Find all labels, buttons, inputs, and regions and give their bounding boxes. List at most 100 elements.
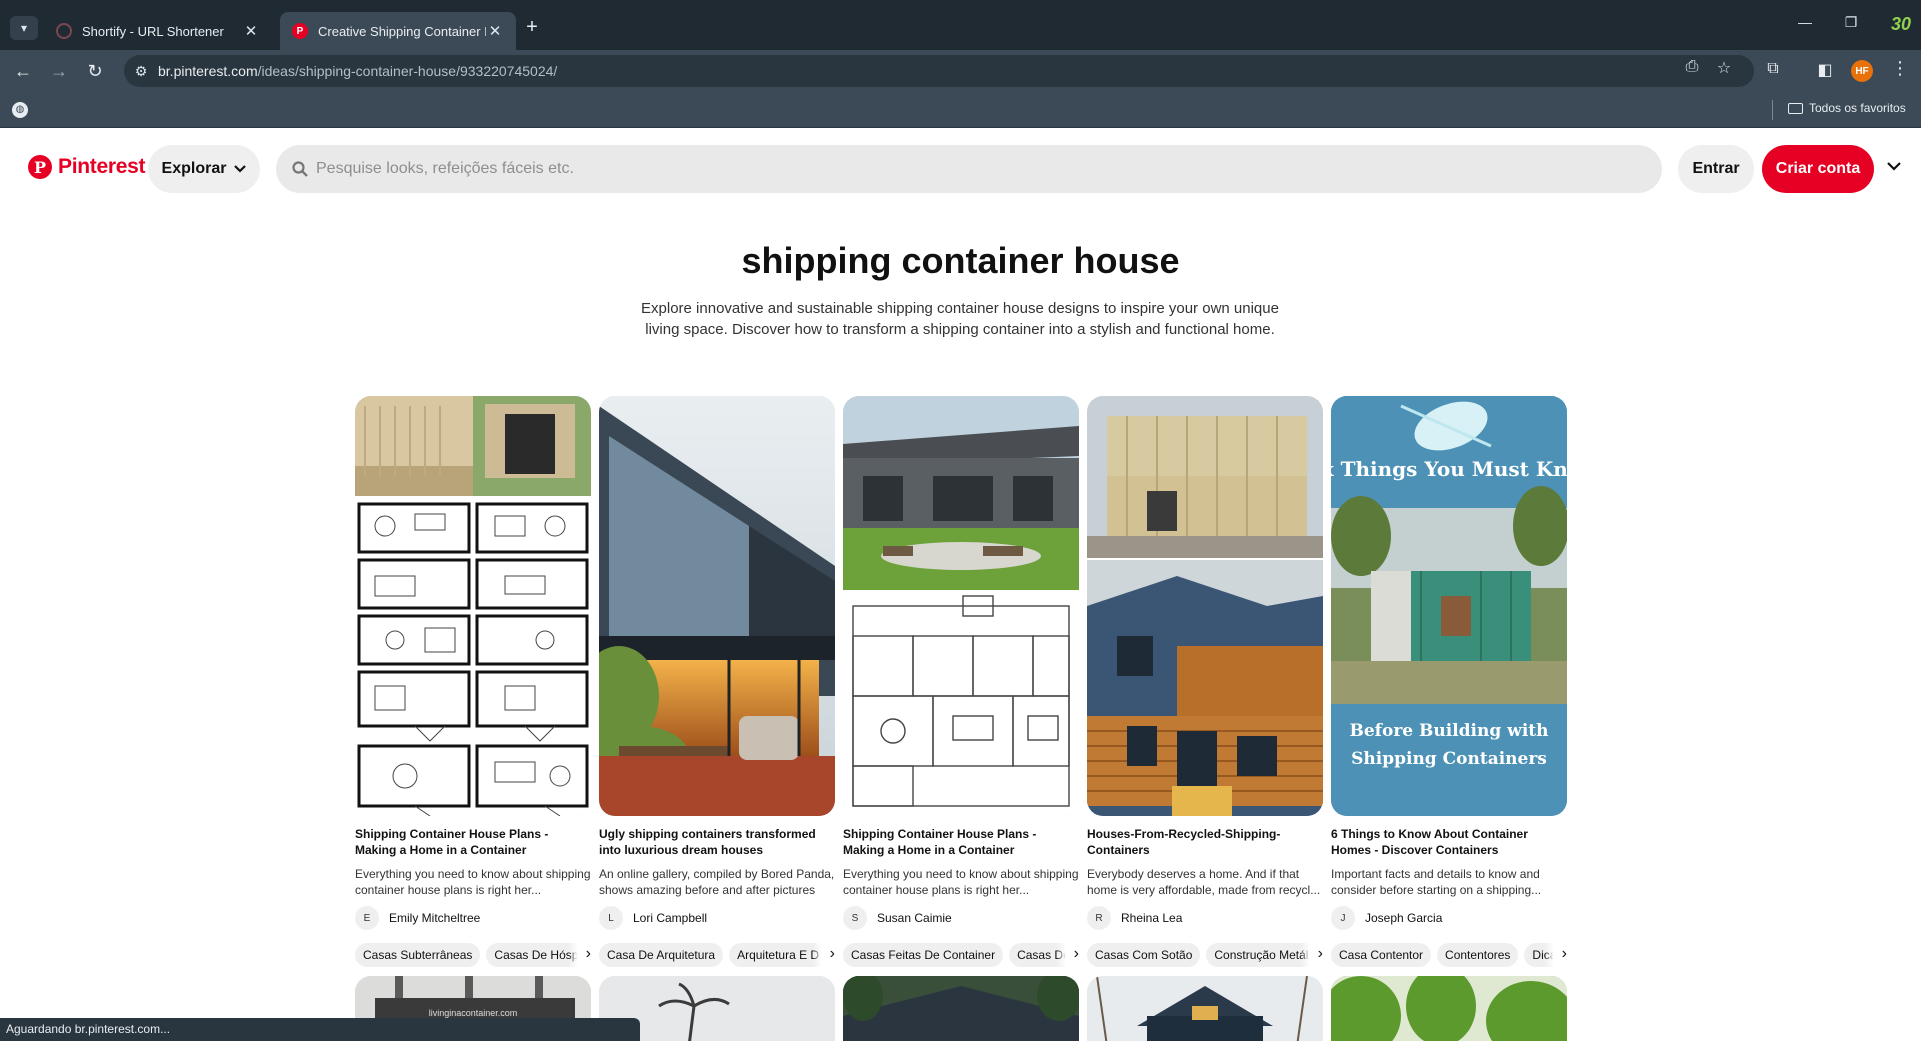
install-app-icon[interactable]: ⎙ [1680, 58, 1704, 76]
tab-search-chevron-icon[interactable]: ▾ [10, 16, 38, 40]
pin-title[interactable]: Shipping Container House Plans - Making … [355, 826, 591, 858]
chip[interactable]: Construção Metál [1206, 943, 1317, 967]
more-options-chevron-icon[interactable] [1882, 158, 1906, 176]
browser-tab-bar: ▾ Shortify - URL Shortener ✕ P Creative … [0, 0, 1921, 56]
logo-text: Pinterest [58, 155, 146, 178]
chevron-right-icon[interactable]: › [1545, 942, 1567, 968]
new-tab-button[interactable]: + [520, 16, 544, 40]
pin-card[interactable]: Ugly shipping containers transformed int… [599, 396, 835, 968]
avatar: J [1331, 906, 1355, 930]
side-panel-icon[interactable]: ◧ [1812, 60, 1838, 80]
chevron-right-icon[interactable]: › [569, 942, 591, 968]
pin-title[interactable]: Shipping Container House Plans - Making … [843, 826, 1079, 858]
reload-icon[interactable]: ↻ [82, 59, 108, 83]
site-info-icon[interactable]: ⚙ [124, 63, 158, 80]
page-description: Explore innovative and sustainable shipp… [641, 300, 1279, 338]
pinterest-favicon-icon: P [292, 23, 308, 39]
pin-title[interactable]: Houses-From-Recycled-Shipping-Containers [1087, 826, 1323, 858]
pin-image[interactable] [1331, 976, 1567, 1041]
pin-image[interactable] [1087, 976, 1323, 1041]
pin-image[interactable] [355, 396, 591, 816]
avatar: S [843, 906, 867, 930]
pin-author[interactable]: L Lori Campbell [599, 906, 835, 930]
url-path: /ideas/shipping-container-house/93322074… [257, 63, 558, 79]
close-tab-icon[interactable]: ✕ [486, 22, 504, 40]
pin-image[interactable] [843, 396, 1079, 816]
chip[interactable]: Casas Feitas De Container [843, 943, 1004, 967]
pin-image[interactable] [843, 976, 1079, 1041]
tab-shortify[interactable]: Shortify - URL Shortener ✕ [44, 12, 272, 50]
minimize-icon[interactable]: — [1790, 14, 1820, 30]
related-chips: Casas Com Sotão Construção Metál › [1087, 942, 1323, 968]
pin-card[interactable]: Six Things You Must Know Before Building… [1331, 396, 1567, 968]
pin-image[interactable] [1087, 396, 1323, 816]
pin-author[interactable]: R Rheina Lea [1087, 906, 1323, 930]
avatar: E [355, 906, 379, 930]
close-tab-icon[interactable]: ✕ [242, 22, 260, 40]
back-arrow-icon[interactable]: ← [10, 59, 36, 83]
search-icon [292, 161, 308, 177]
related-chips: Casas Feitas De Container Casas De › [843, 942, 1079, 968]
chip[interactable]: Casa De Arquitetura [599, 943, 724, 967]
pinterest-logo-icon: P [28, 155, 52, 179]
pin-title[interactable]: 6 Things to Know About Container Homes -… [1331, 826, 1567, 858]
explore-button[interactable]: Explorar [148, 145, 260, 193]
chip[interactable]: Casas Com Sotão [1087, 943, 1201, 967]
chevron-right-icon[interactable]: › [1301, 942, 1323, 968]
search-bar[interactable] [276, 145, 1662, 193]
pin-image[interactable]: Six Things You Must Know Before Building… [1331, 396, 1567, 816]
pin-card[interactable]: Houses-From-Recycled-Shipping-Containers… [1087, 396, 1323, 968]
address-bar[interactable]: ⚙ br.pinterest.com/ideas/shipping-contai… [124, 55, 1754, 87]
browser-toolbar: ← → ↻ ⚙ br.pinterest.com/ideas/shipping-… [0, 50, 1921, 92]
chevron-down-icon [234, 165, 247, 173]
pin-image[interactable] [599, 396, 835, 816]
extensions-puzzle-icon[interactable]: ⧉ [1760, 60, 1786, 78]
bookmark-star-icon[interactable]: ☆ [1712, 58, 1736, 78]
chip[interactable]: Casa Contentor [1331, 943, 1432, 967]
pin-card[interactable]: Shipping Container House Plans - Making … [355, 396, 591, 968]
pin-author[interactable]: S Susan Caimie [843, 906, 1079, 930]
pinterest-logo[interactable]: P Pinterest [28, 155, 145, 179]
author-name: Susan Caimie [877, 911, 952, 925]
globe-bookmark-icon[interactable]: ◍ [12, 102, 28, 118]
pin-card[interactable]: Shipping Container House Plans - Making … [843, 396, 1079, 968]
pin-description: An online gallery, compiled by Bored Pan… [599, 867, 835, 897]
bookmarks-divider [1772, 100, 1773, 120]
author-name: Rheina Lea [1121, 911, 1183, 925]
forward-arrow-icon[interactable]: → [46, 59, 72, 83]
pin-author[interactable]: J Joseph Garcia [1331, 906, 1567, 930]
chevron-right-icon[interactable]: › [1057, 942, 1079, 968]
container-cabin-image [1087, 976, 1323, 1041]
author-name: Emily Mitcheltree [389, 911, 481, 925]
pin-author[interactable]: E Emily Mitcheltree [355, 906, 591, 930]
chip[interactable]: Casas Subterrâneas [355, 943, 481, 967]
restore-icon[interactable]: ❐ [1836, 14, 1866, 31]
extension-badge[interactable]: 30 [1891, 14, 1911, 35]
six-things-infographic-image: Six Things You Must Know Before Building… [1331, 396, 1567, 816]
pinterest-header: P Pinterest Explorar Entrar Criar conta [0, 128, 1921, 208]
tab-title: Shortify - URL Shortener [82, 23, 224, 39]
url-host: br.pinterest.com [158, 63, 258, 79]
pin-description: Important facts and details to know and … [1331, 867, 1542, 897]
all-bookmarks-folder[interactable]: Todos os favoritos [1788, 101, 1906, 115]
chevron-right-icon[interactable]: › [813, 942, 835, 968]
search-input[interactable] [316, 160, 1662, 178]
related-chips: Casa De Arquitetura Arquitetura E D › [599, 942, 835, 968]
chip[interactable]: Contentores [1437, 943, 1519, 967]
related-chips: Casa Contentor Contentores Dica › [1331, 942, 1567, 968]
avatar: L [599, 906, 623, 930]
page-title: shipping container house [741, 240, 1180, 281]
pin-description: Everything you need to know about shippi… [843, 867, 1079, 897]
bookmarks-bar: ◍ Todos os favoritos [0, 92, 1921, 128]
container-floor-plans-image [355, 396, 591, 816]
avatar: R [1087, 906, 1111, 930]
author-name: Joseph Garcia [1365, 911, 1443, 925]
pin-title[interactable]: Ugly shipping containers transformed int… [599, 826, 835, 858]
signup-button[interactable]: Criar conta [1762, 145, 1874, 193]
author-name: Lori Campbell [633, 911, 708, 925]
tab-pinterest[interactable]: P Creative Shipping Container Ho ✕ [280, 12, 516, 50]
tab-title: Creative Shipping Container Ho [318, 23, 486, 39]
login-button[interactable]: Entrar [1678, 145, 1754, 193]
profile-avatar[interactable]: HF [1851, 60, 1873, 82]
browser-menu-icon[interactable]: ⋮ [1890, 58, 1910, 79]
